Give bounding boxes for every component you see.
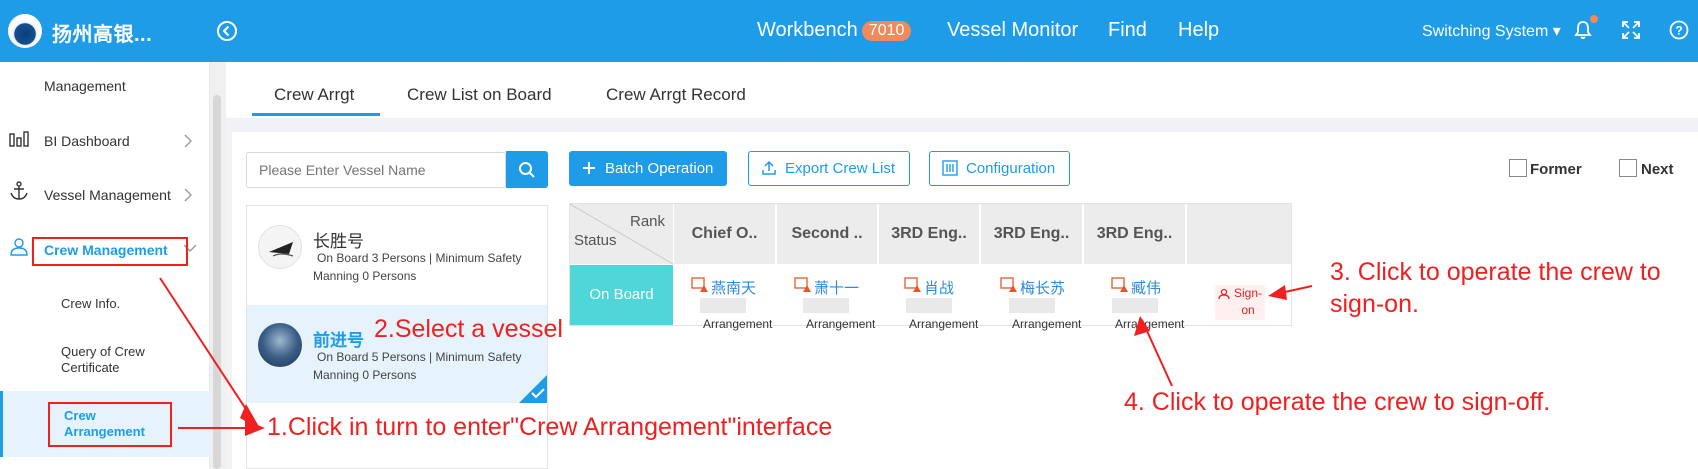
sidebar-subitem-query-certificate[interactable]: Query of Crew Certificate [61, 344, 171, 376]
status-cell-on-board: On Board [570, 265, 673, 325]
nav-vessel-monitor[interactable]: Vessel Monitor [947, 19, 1078, 42]
next-checkbox[interactable] [1619, 159, 1637, 177]
column-header: 3RD Eng.. [1084, 204, 1186, 264]
arrangement-label: Arrangement [703, 317, 773, 331]
batch-operation-button[interactable]: Batch Operation [569, 151, 728, 186]
sidebar-item-management[interactable]: Management [44, 78, 126, 94]
column-header: Second .. [777, 204, 878, 264]
search-icon [519, 162, 535, 178]
sidebar-item-bi-dashboard[interactable]: BI Dashboard [44, 133, 130, 149]
user-icon [1218, 288, 1230, 300]
highlight-box-crew-management [32, 237, 188, 266]
annotation-step-3: 3. Click to operate the crew to sign-on. [1330, 258, 1661, 318]
user-icon [10, 238, 28, 256]
arrangement-icon[interactable] [803, 298, 849, 313]
highlight-box-crew-arrangement [48, 402, 172, 447]
ship-photo-avatar [258, 323, 302, 367]
sidebar-scrollbar-thumb[interactable] [213, 95, 221, 469]
id-card-warning-icon [1000, 277, 1017, 292]
crew-name[interactable]: 臧伟 [1131, 277, 1161, 298]
configuration-button[interactable]: Configuration [929, 151, 1071, 186]
status-label: Status [574, 232, 617, 249]
svg-text:?: ? [1675, 24, 1682, 38]
former-checkbox[interactable] [1509, 159, 1527, 177]
notification-dot [1590, 15, 1598, 23]
export-crew-list-label: Export Crew List [785, 160, 896, 177]
brand-name[interactable]: 扬州高银... [52, 18, 152, 47]
next-label: Next [1641, 161, 1674, 178]
chevron-right-icon [184, 134, 192, 148]
tab-crew-arrgt[interactable]: Crew Arrgt [274, 85, 354, 105]
column-header: 3RD Eng.. [981, 204, 1083, 264]
export-icon [762, 160, 776, 175]
anchor-icon [10, 181, 28, 200]
vessel-info: On Board 3 Persons | Minimum Safety Mann… [313, 251, 522, 283]
ship-avatar-icon [258, 225, 302, 269]
crew-name[interactable]: 肖战 [924, 277, 954, 298]
settings-sliders-icon [942, 160, 958, 176]
sidebar-item-vessel-management[interactable]: Vessel Management [44, 187, 171, 203]
column-header: 3RD Eng.. [879, 204, 980, 264]
id-card-warning-icon [904, 277, 921, 292]
column-header: Chief O.. [674, 204, 776, 264]
vessel-search-input[interactable] [246, 152, 506, 188]
configuration-label: Configuration [966, 160, 1056, 177]
active-tab-indicator [252, 113, 380, 116]
id-card-warning-icon [794, 277, 811, 292]
arrangement-label: Arrangement [1115, 317, 1185, 331]
switch-system-menu[interactable]: Switching System ▾ [1422, 21, 1561, 41]
export-crew-list-button[interactable]: Export Crew List [748, 151, 911, 186]
help-circle-icon[interactable]: ? [1668, 19, 1690, 41]
crew-name[interactable]: 萧十一 [814, 277, 859, 298]
sign-on-button[interactable]: Sign-on [1215, 285, 1265, 320]
arrangement-icon[interactable] [1112, 298, 1158, 313]
column-header-empty [1187, 204, 1291, 264]
tab-crew-list-on-board[interactable]: Crew List on Board [407, 85, 552, 105]
annotation-step-1: 1.Click in turn to enter"Crew Arrangemen… [267, 413, 833, 441]
bell-icon[interactable] [1572, 19, 1594, 41]
former-label: Former [1530, 161, 1582, 178]
crew-name[interactable]: 燕南天 [711, 277, 756, 298]
rank-label: Rank [630, 213, 666, 230]
id-card-warning-icon [691, 277, 708, 292]
sidebar-subitem-crew-info[interactable]: Crew Info. [61, 296, 120, 312]
nav-find[interactable]: Find [1108, 19, 1147, 42]
company-logo[interactable] [8, 14, 42, 48]
plus-icon [583, 162, 595, 174]
tab-crew-arrgt-record[interactable]: Crew Arrgt Record [606, 85, 746, 105]
back-circle-icon[interactable] [216, 20, 238, 42]
annotation-step-2: 2.Select a vessel [374, 315, 563, 343]
id-card-warning-icon [1111, 277, 1128, 292]
check-icon [531, 388, 545, 399]
nav-workbench-label: Workbench [757, 19, 858, 41]
nav-workbench[interactable]: Workbench 7010 [757, 19, 912, 42]
workbench-badge: 7010 [861, 21, 912, 41]
arrangement-label: Arrangement [806, 317, 876, 331]
chevron-right-icon [184, 188, 192, 202]
arrangement-icon[interactable] [700, 298, 746, 313]
arrangement-label: Arrangement [909, 317, 979, 331]
annotation-step-4: 4. Click to operate the crew to sign-off… [1124, 388, 1551, 416]
arrangement-icon[interactable] [1009, 298, 1055, 313]
nav-help[interactable]: Help [1178, 19, 1219, 42]
fullscreen-icon[interactable] [1620, 19, 1642, 41]
batch-operation-label: Batch Operation [605, 160, 714, 177]
search-button[interactable] [506, 151, 548, 188]
arrangement-label: Arrangement [1012, 317, 1082, 331]
vessel-info: On Board 5 Persons | Minimum Safety Mann… [313, 350, 522, 382]
arrangement-icon[interactable] [906, 298, 952, 313]
top-bar: 扬州高银... Workbench 7010 Vessel Monitor Fin… [0, 0, 1698, 62]
crew-name[interactable]: 梅长苏 [1020, 277, 1065, 298]
bar-chart-icon [9, 131, 29, 147]
